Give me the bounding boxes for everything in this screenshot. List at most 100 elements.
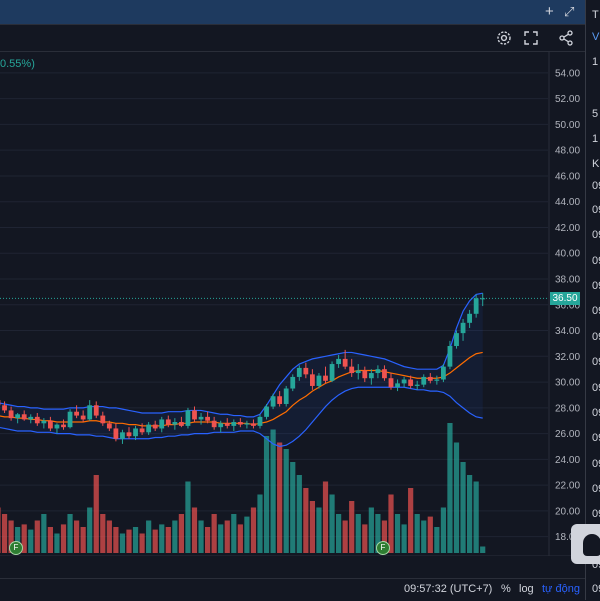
volume-bar — [480, 547, 485, 554]
candle-body — [290, 377, 295, 389]
right-panel-item: 09 — [592, 255, 600, 267]
candle-body — [114, 428, 119, 438]
financial-event-marker[interactable]: F — [376, 541, 390, 555]
percent-toggle[interactable]: % — [501, 583, 511, 595]
candle-body — [172, 422, 177, 425]
log-toggle[interactable]: log — [519, 583, 534, 595]
candle-body — [323, 376, 328, 381]
right-panel-item: 09 — [592, 280, 600, 292]
volume-bar — [61, 524, 66, 553]
volume-bar — [316, 508, 321, 554]
volume-bar — [447, 423, 452, 553]
candle-body — [310, 374, 315, 386]
volume-bar — [146, 521, 151, 554]
chart-toolbar — [0, 25, 585, 52]
volume-bar — [179, 514, 184, 553]
y-tick-label: 28.00 — [555, 403, 580, 414]
volume-bar — [198, 521, 203, 554]
candle-body — [474, 298, 479, 313]
volume-bar — [460, 462, 465, 553]
volume-bar — [218, 524, 223, 553]
candle-body — [428, 377, 433, 381]
candle-body — [159, 419, 164, 428]
candle-body — [369, 373, 374, 378]
volume-bar — [421, 521, 426, 554]
add-button[interactable]: + — [545, 3, 554, 21]
candle-body — [389, 378, 394, 387]
candle-body — [480, 298, 485, 299]
candle-body — [382, 369, 387, 378]
chat-popup[interactable] — [571, 524, 600, 564]
financial-event-marker[interactable]: F — [9, 541, 23, 555]
candle-body — [467, 314, 472, 323]
volume-bar — [126, 530, 131, 553]
volume-bar — [244, 517, 249, 553]
y-tick-label: 48.00 — [555, 146, 580, 157]
candle-body — [297, 368, 302, 377]
gear-icon[interactable] — [495, 29, 513, 47]
candle-body — [395, 383, 400, 387]
candle-body — [336, 359, 341, 364]
volume-bar — [428, 517, 433, 553]
right-panel-item: 09 — [592, 407, 600, 419]
right-panel: TV151Kl090909090909090909090909090909090… — [585, 0, 600, 600]
fullscreen-icon[interactable] — [522, 29, 540, 47]
y-tick-label: 34.00 — [555, 326, 580, 337]
header-bar: + ⤢ — [0, 0, 585, 25]
candle-body — [218, 423, 223, 427]
candle-body — [303, 368, 308, 374]
share-icon[interactable] — [557, 29, 575, 47]
clock-readout: 09:57:32 (UTC+7) — [404, 583, 492, 595]
candle-body — [100, 416, 105, 424]
candle-body — [441, 367, 446, 380]
candle-body — [317, 376, 322, 386]
volume-bar — [369, 508, 374, 554]
price-chart[interactable]: 54.0052.0050.0048.0046.0044.0042.0040.00… — [0, 52, 585, 556]
candle-body — [140, 428, 145, 432]
bottom-bar: 09:57:32 (UTC+7) % log tự động — [0, 578, 585, 601]
candle-body — [166, 419, 171, 424]
volume-bar — [140, 534, 145, 554]
upper-band-line — [0, 293, 483, 417]
candle-body — [94, 405, 99, 415]
candle-body — [245, 423, 250, 424]
volume-bar — [323, 482, 328, 554]
volume-bar — [107, 521, 112, 554]
right-panel-item: Kl — [592, 158, 600, 170]
candle-body — [22, 414, 27, 419]
right-panel-item: 09 — [592, 204, 600, 216]
candle-body — [41, 421, 46, 424]
y-tick-label: 42.00 — [555, 223, 580, 234]
candle-body — [448, 346, 453, 367]
candle-body — [461, 323, 466, 333]
right-panel-item: 5 — [592, 108, 598, 120]
candle-body — [9, 410, 14, 418]
candle-body — [343, 359, 348, 367]
right-panel-item: 09 — [592, 382, 600, 394]
candle-body — [81, 416, 86, 420]
volume-bar — [74, 521, 79, 554]
right-panel-item: 09 — [592, 331, 600, 343]
volume-bar — [467, 475, 472, 553]
volume-bar — [284, 449, 289, 553]
volume-bar — [159, 524, 164, 553]
chat-icon — [583, 534, 600, 556]
y-tick-label: 52.00 — [555, 94, 580, 105]
volume-bar — [257, 495, 262, 554]
auto-toggle[interactable]: tự động — [542, 583, 580, 595]
y-tick-label: 22.00 — [555, 481, 580, 492]
candle-body — [356, 370, 361, 373]
candle-body — [434, 380, 439, 381]
expand-icon[interactable]: ⤢ — [564, 3, 574, 21]
volume-bar — [349, 501, 354, 553]
candle-body — [127, 432, 132, 436]
candle-body — [146, 425, 151, 433]
candle-body — [133, 428, 138, 436]
candle-body — [421, 377, 426, 385]
candle-body — [199, 417, 204, 420]
y-tick-label: 40.00 — [555, 249, 580, 260]
candle-body — [212, 421, 217, 427]
volume-bar — [441, 508, 446, 554]
candle-body — [68, 412, 73, 427]
candle-body — [277, 396, 282, 404]
